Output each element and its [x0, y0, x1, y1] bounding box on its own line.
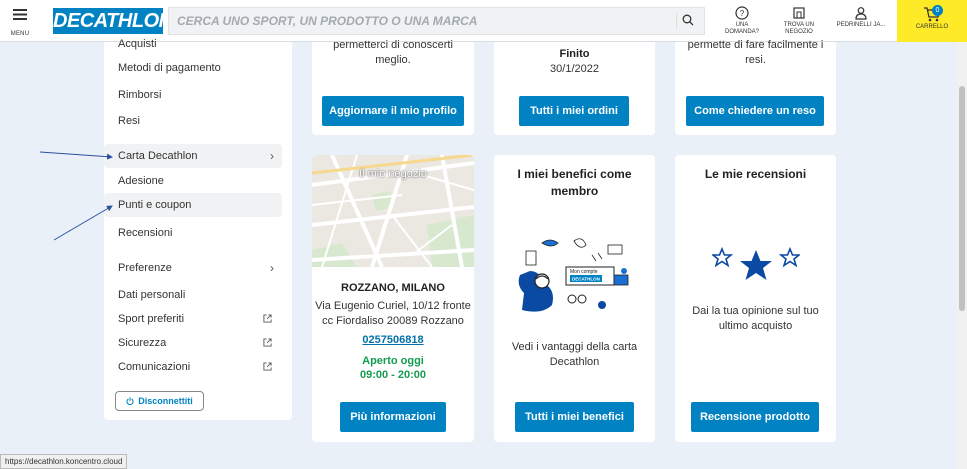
sidebar-item-label: Comunicazioni — [118, 361, 191, 373]
benefits-card: I miei benefici come membro Mon compte D… — [494, 155, 655, 442]
sidebar-item-personal-data[interactable]: Dati personali — [104, 283, 282, 307]
chevron-right-icon: › — [270, 149, 274, 163]
chevron-right-icon: › — [270, 261, 274, 275]
logout-label: Disconnettiti — [138, 396, 193, 406]
menu-label: MENU — [10, 31, 30, 37]
store-name: ROZZANO, MILANO — [341, 282, 445, 294]
store-label-2: NEGOZIO — [785, 29, 813, 35]
update-profile-button[interactable]: Aggiornare il mio profilo — [322, 96, 464, 126]
sidebar-item-favorite-sports[interactable]: Sport preferiti — [104, 307, 282, 331]
map-label: Il mio negozio — [359, 168, 427, 180]
sidebar-item-decathlon-card[interactable]: Carta Decathlon › — [104, 144, 282, 168]
sidebar-item-membership[interactable]: Adesione — [104, 169, 282, 193]
sidebar-item-points-coupons[interactable]: Punti e coupon — [104, 193, 282, 217]
cart-button[interactable]: 0 CARRELLO — [897, 0, 967, 42]
profile-card: permetterci di conoscerti meglio. Aggior… — [312, 39, 474, 135]
benefits-title-2: membro — [550, 184, 599, 198]
cart-label: CARRELLO — [915, 24, 949, 30]
store-icon — [793, 7, 805, 19]
store-open-label: Aperto oggi — [362, 355, 424, 367]
sidebar-item-refunds[interactable]: Rimborsi — [104, 83, 282, 107]
more-info-button[interactable]: Più informazioni — [340, 402, 446, 432]
benefits-text-1: Vedi i vantaggi della carta — [511, 341, 638, 353]
store-address-1: Via Eugenio Curiel, 10/12 fronte — [315, 300, 471, 312]
reviews-card: Le mie recensioni Dai la tua opinione su… — [675, 155, 836, 442]
review-product-button[interactable]: Recensione prodotto — [691, 402, 819, 432]
sidebar-item-label: Sport preferiti — [118, 313, 185, 325]
illustration-brand: DECATHLON — [572, 277, 600, 282]
power-icon — [126, 397, 134, 405]
orders-card: Finito 30/1/2022 Tutti i miei ordini — [494, 42, 655, 135]
sidebar-item-label: Recensioni — [118, 227, 173, 239]
cart-count-badge: 0 — [932, 5, 943, 16]
order-status: Finito — [559, 48, 590, 60]
account-label: PEDRINELLI JA... — [836, 22, 886, 28]
all-orders-button[interactable]: Tutti i miei ordini — [519, 96, 629, 126]
reviews-title: Le mie recensioni — [704, 167, 807, 181]
decathlon-logo[interactable]: DECATHLON — [53, 8, 173, 34]
hamburger-icon — [13, 9, 27, 20]
question-icon: ? — [735, 6, 749, 20]
store-map[interactable]: Il mio negozio — [312, 155, 474, 267]
scrollbar-thumb[interactable] — [959, 86, 965, 311]
sidebar-item-label: Adesione — [118, 175, 164, 187]
sidebar-item-communications[interactable]: Comunicazioni — [104, 355, 282, 379]
profile-card-text-2: meglio. — [375, 54, 411, 66]
sidebar-item-label: Carta Decathlon — [118, 150, 198, 162]
benefits-title-1: I miei benefici come — [517, 167, 632, 181]
returns-card: permette di fare facilmente i resi. Come… — [675, 39, 836, 135]
sidebar-item-preferences[interactable]: Preferenze › — [104, 256, 282, 280]
profile-card-text-1: permetterci di conoscerti — [333, 39, 453, 51]
benefits-text-2: Decathlon — [549, 356, 600, 368]
benefits-illustration: Mon compte DECATHLON — [518, 238, 629, 312]
reviews-text-1: Dai la tua opinione sul tuo — [692, 305, 819, 317]
sidebar-item-label: Metodi di pagamento — [118, 62, 221, 74]
sidebar-item-label: Dati personali — [118, 289, 186, 301]
find-store-button[interactable]: TROVA UN NEGOZIO — [779, 4, 819, 36]
search-icon[interactable] — [676, 13, 698, 29]
menu-button[interactable]: MENU — [6, 6, 34, 37]
help-label: UNA DOMANDA? — [724, 22, 759, 35]
how-to-return-button[interactable]: Come chiedere un reso — [686, 96, 824, 126]
sidebar-item-label: Preferenze — [118, 262, 172, 274]
status-url-bar: https://decathlon.koncentro.cloud — [0, 454, 128, 469]
account-sidebar: Acquisti Metodi di pagamento Rimborsi Re… — [104, 38, 292, 420]
all-benefits-button[interactable]: Tutti i miei benefici — [515, 402, 634, 432]
order-date: 30/1/2022 — [550, 63, 599, 75]
store-address-2: cc Fiordaliso 20089 Rozzano — [322, 315, 464, 327]
sidebar-item-returns[interactable]: Resi — [104, 109, 282, 133]
returns-card-text-2: resi. — [745, 54, 766, 66]
sidebar-item-label: Sicurezza — [118, 337, 167, 349]
sidebar-item-purchases[interactable]: Acquisti — [104, 32, 282, 56]
search-input[interactable] — [177, 8, 667, 34]
illustration-caption: Mon compte — [570, 269, 598, 275]
sidebar-item-security[interactable]: Sicurezza — [104, 331, 282, 355]
account-button[interactable]: PEDRINELLI JA... — [834, 4, 888, 29]
returns-card-text-1: permette di fare facilmente i — [687, 39, 824, 51]
sidebar-item-reviews[interactable]: Recensioni — [104, 221, 282, 245]
sidebar-item-label: Rimborsi — [118, 89, 162, 101]
store-card: Il mio negozio ROZZANO, MILANO Via Eugen… — [312, 155, 474, 442]
search-bar — [168, 7, 705, 35]
logout-button[interactable]: Disconnettiti — [115, 391, 204, 411]
store-hours: 09:00 - 20:00 — [359, 369, 427, 381]
store-label-1: TROVA UN — [783, 22, 815, 28]
user-icon — [855, 7, 867, 20]
help-button[interactable]: ? UNA DOMANDA? — [722, 4, 762, 36]
sidebar-item-label: Resi — [118, 115, 141, 127]
svg-text:?: ? — [740, 9, 745, 18]
sidebar-item-label: Punti e coupon — [118, 199, 192, 211]
sidebar-item-payment-methods[interactable]: Metodi di pagamento — [104, 56, 282, 80]
scrollbar[interactable] — [957, 42, 967, 469]
external-link-icon — [263, 314, 272, 323]
reviews-text-2: ultimo acquisto — [718, 320, 793, 332]
stars-icon — [712, 247, 800, 280]
external-link-icon — [263, 338, 272, 347]
sidebar-item-label: Acquisti — [118, 38, 157, 50]
external-link-icon — [263, 362, 272, 371]
store-phone-link[interactable]: 0257506818 — [312, 334, 474, 346]
